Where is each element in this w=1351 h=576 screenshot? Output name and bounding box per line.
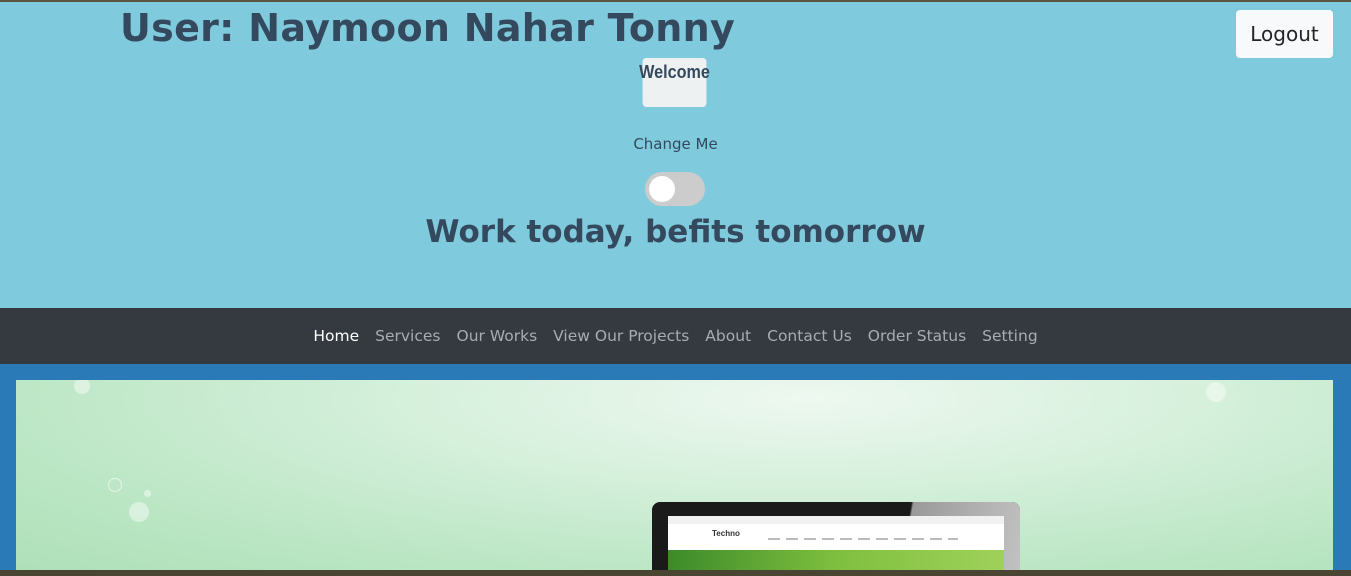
banner-frame: Techno xyxy=(0,364,1351,570)
bubble-decoration xyxy=(108,478,122,492)
laptop-image: Techno xyxy=(652,502,1020,570)
nav-item-contact-us[interactable]: Contact Us xyxy=(759,327,860,345)
toggle-knob xyxy=(649,176,675,202)
bubble-decoration xyxy=(144,490,151,497)
nav-item-view-our-projects[interactable]: View Our Projects xyxy=(545,327,697,345)
bottom-border xyxy=(0,570,1351,576)
screen-menu xyxy=(768,538,958,540)
nav-item-about[interactable]: About xyxy=(697,327,759,345)
change-me-label: Change Me xyxy=(633,135,718,153)
screen-logo: Techno xyxy=(712,529,740,538)
screen-hero xyxy=(668,550,1004,570)
nav-item-services[interactable]: Services xyxy=(367,327,448,345)
laptop-screen: Techno xyxy=(668,516,1004,570)
slogan-heading: Work today, befits tomorrow xyxy=(425,214,926,250)
page: User: Naymoon Nahar Tonny Logout Welcome… xyxy=(0,0,1351,576)
theme-toggle-switch[interactable] xyxy=(645,172,705,206)
bubble-decoration xyxy=(74,380,90,394)
user-title: User: Naymoon Nahar Tonny xyxy=(120,6,736,50)
welcome-button[interactable]: Welcome xyxy=(639,58,710,107)
nav-item-setting[interactable]: Setting xyxy=(974,327,1046,345)
nav-item-order-status[interactable]: Order Status xyxy=(860,327,974,345)
logout-button[interactable]: Logout xyxy=(1236,10,1333,58)
header: User: Naymoon Nahar Tonny Logout Welcome… xyxy=(0,2,1351,308)
main-navbar: Home Services Our Works View Our Project… xyxy=(0,308,1351,364)
screen-top-bar xyxy=(668,516,1004,524)
bubble-decoration xyxy=(129,502,149,522)
hero-banner-image: Techno xyxy=(16,380,1333,570)
bubble-decoration xyxy=(1206,382,1226,402)
nav-item-home[interactable]: Home xyxy=(305,327,367,345)
nav-item-our-works[interactable]: Our Works xyxy=(449,327,546,345)
